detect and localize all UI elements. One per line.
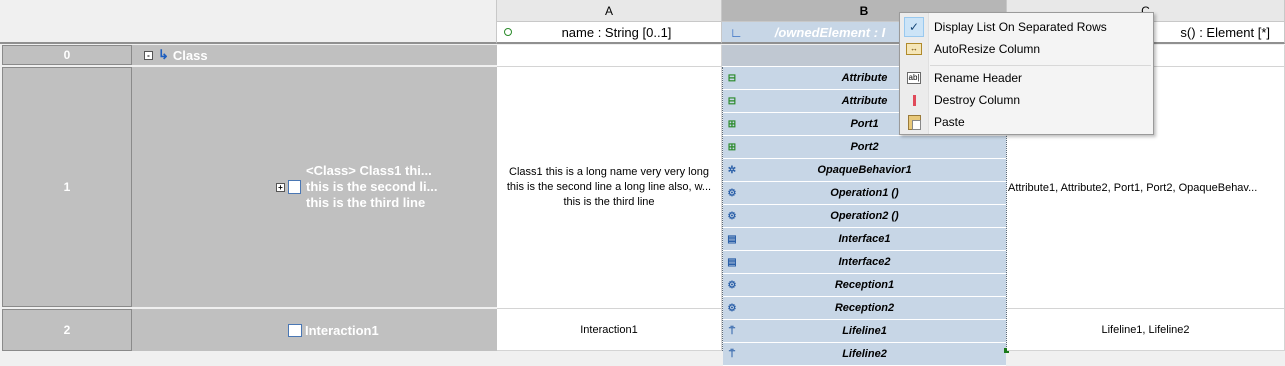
row-title-class1[interactable]: + <Class> Class1 thi... this is the seco… (132, 67, 497, 307)
list-item[interactable]: ⚙ Reception1 (723, 274, 1006, 297)
cell-a1[interactable]: Class1 this is a long name very very lon… (497, 67, 722, 309)
port-icon: ⊞ (727, 118, 737, 130)
lifeline-icon: ⍑ (729, 348, 735, 360)
interface-icon: ▤ (727, 233, 737, 245)
list-item[interactable]: ⍑ Lifeline2 (723, 343, 1006, 366)
menu-separator (930, 65, 1151, 66)
list-item[interactable]: ✲ OpaqueBehavior1 (723, 159, 1006, 182)
row-title-interaction1[interactable]: Interaction1 (132, 309, 497, 351)
rename-icon: ab| (906, 72, 922, 84)
lifeline-icon: ⍑ (729, 325, 735, 337)
reception-icon: ⚙ (727, 279, 737, 291)
interface-icon: ▤ (727, 256, 737, 268)
menu-item-rename-header[interactable]: ab| Rename Header (900, 67, 1153, 89)
property-icon (504, 28, 512, 36)
menu-item-destroy-column[interactable]: Destroy Column (900, 89, 1153, 111)
operation-icon: ⚙ (727, 210, 737, 222)
attribute-icon: ⊟ (727, 72, 737, 84)
cell-c2[interactable]: Lifeline1, Lifeline2 (1007, 309, 1285, 351)
expand-icon[interactable]: + (276, 182, 285, 192)
interaction-icon (288, 323, 302, 337)
row-title-class[interactable]: - ↳ Class (132, 45, 497, 65)
list-item[interactable]: ⊞ Port2 (723, 136, 1006, 159)
list-item[interactable]: ▤ Interface2 (723, 251, 1006, 274)
collapse-icon[interactable]: - (144, 50, 153, 60)
column-header-a[interactable]: A (497, 0, 722, 22)
reception-icon: ⚙ (727, 302, 737, 314)
row-header-0[interactable]: 0 (2, 45, 132, 65)
list-item[interactable]: ▤ Interface1 (723, 228, 1006, 251)
reference-icon: ∟ (730, 24, 743, 40)
class1-title-text: <Class> Class1 thi... this is the second… (306, 163, 438, 210)
behavior-icon: ✲ (727, 164, 737, 176)
list-item[interactable]: ⚙ Reception2 (723, 297, 1006, 320)
operation-icon: ⚙ (727, 187, 737, 199)
class-icon: ↳ (158, 47, 169, 62)
list-item[interactable]: ⚙ Operation2 () (723, 205, 1006, 228)
checkmark-icon: ✓ (904, 17, 924, 37)
port-icon: ⊞ (727, 141, 737, 153)
context-menu: ✓ Display List On Separated Rows ↔ AutoR… (899, 12, 1154, 135)
list-item[interactable]: ⚙ Operation1 () (723, 182, 1006, 205)
cell-a0[interactable] (497, 45, 722, 67)
menu-item-paste[interactable]: Paste (900, 111, 1153, 133)
autoresize-icon: ↔ (906, 43, 922, 55)
row-header-2[interactable]: 2 (2, 309, 132, 351)
corner-cell (0, 0, 497, 44)
destroy-icon (912, 94, 916, 106)
class-icon (288, 180, 301, 194)
attribute-icon: ⊟ (727, 95, 737, 107)
row-header-1[interactable]: 1 (2, 67, 132, 307)
menu-item-autoresize[interactable]: ↔ AutoResize Column (900, 38, 1153, 60)
menu-item-display-list[interactable]: ✓ Display List On Separated Rows (900, 16, 1153, 38)
cell-a2[interactable]: Interaction1 (497, 309, 722, 351)
paste-icon (907, 114, 921, 130)
list-item[interactable]: ⍑ Lifeline1 (723, 320, 1006, 343)
column-subheader-a[interactable]: name : String [0..1] (497, 22, 722, 44)
